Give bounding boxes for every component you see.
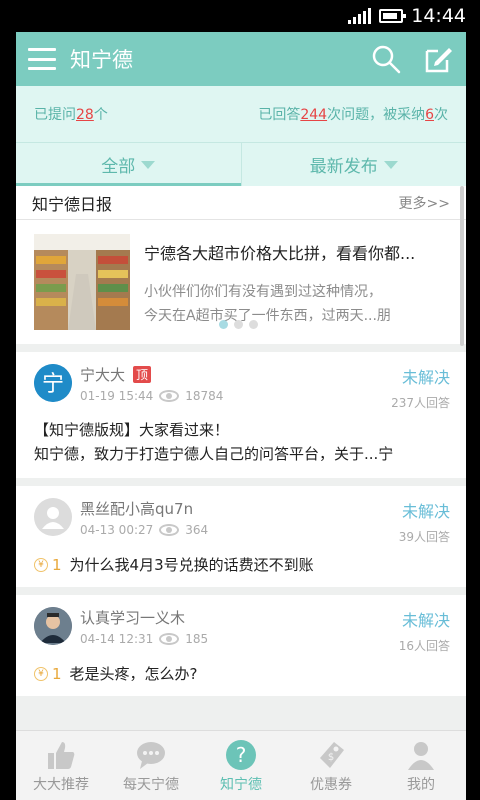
tab-daily-ningde[interactable]: 每天宁德 [106, 731, 196, 800]
avatar [34, 607, 72, 645]
question-text: 为什么我4月3号兑换的话费还不到账 [69, 556, 314, 574]
username[interactable]: 认真学习一义木 [80, 607, 185, 628]
question-card[interactable]: 认真学习一义木 04-14 12:31 185 未解决 16人回答 ¥ 1 老是头… [16, 595, 466, 696]
eye-icon [159, 633, 180, 645]
svg-text:?: ? [236, 743, 247, 767]
answer-count: 39人回答 [398, 530, 450, 544]
filter-tabs: 全部 最新发布 [16, 142, 466, 186]
daily-title: 知宁德日报 [32, 194, 113, 214]
answered-count: 已回答244次问题，被采纳6次 [258, 107, 448, 123]
avatar [34, 498, 72, 536]
search-icon[interactable] [370, 43, 402, 75]
question-card[interactable]: 宁 宁大大顶 01-19 15:44 18784 未解决 237人回答 【知宁德版… [16, 352, 466, 478]
chevron-down-icon [141, 160, 156, 169]
view-count: 185 [185, 632, 209, 646]
app-window: 知宁德 已提问28个 已回答244次问题，被采纳6次 全部 最新发布 知宁德日报… [16, 32, 466, 800]
reward-amount: 1 [52, 555, 62, 574]
status-badge: 未解决 [401, 368, 450, 387]
view-count: 18784 [185, 389, 224, 403]
post-time: 04-14 12:31 [80, 632, 154, 646]
question-text: 老是头疼，怎么办? [69, 665, 198, 683]
feed[interactable]: 知宁德日报 更多>> 宁德各大超市价格大比拼，看看你都... 小伙伴们你们有没有… [16, 186, 466, 731]
menu-icon[interactable] [28, 48, 56, 70]
daily-header: 知宁德日报 更多>> [16, 186, 466, 220]
post-time: 04-13 00:27 [80, 523, 154, 537]
status-badge: 未解决 [401, 502, 450, 521]
question-text: 【知宁德版规】大家看过来！ 知宁德，致力于打造宁德人自己的问答平台，关于...宁 [34, 421, 394, 463]
daily-article[interactable]: 宁德各大超市价格大比拼，看看你都... 小伙伴们你们有没有遇到过这种情况， 今天… [16, 220, 466, 344]
tab-coupon[interactable]: $ 优惠券 [286, 731, 376, 800]
article-thumbnail [34, 234, 130, 330]
compose-icon[interactable] [422, 43, 454, 75]
tab-recommend[interactable]: 大大推荐 [16, 731, 106, 800]
article-title: 宁德各大超市价格大比拼，看看你都... [144, 244, 416, 263]
answer-count: 237人回答 [391, 396, 450, 410]
scrollbar[interactable] [460, 186, 464, 346]
bottom-tab-bar: 大大推荐 每天宁德 ? 知宁德 $ 优惠券 我的 [16, 730, 466, 800]
tab-zhi-ningde[interactable]: ? 知宁德 [196, 731, 286, 800]
question-icon: ? [226, 739, 256, 770]
chat-bubble-icon [137, 741, 165, 769]
username[interactable]: 黑丝配小高qu7n [80, 498, 193, 519]
article-excerpt: 小伙伴们你们有没有遇到过这种情况， 今天在A超市买了一件东西，过两天...朋 [144, 284, 391, 324]
asked-count: 已提问28个 [34, 107, 108, 123]
tab-all[interactable]: 全部 [16, 143, 241, 186]
coin-icon: ¥ [34, 557, 48, 572]
eye-icon [159, 390, 180, 402]
view-count: 364 [185, 523, 209, 537]
battery-icon [379, 9, 407, 23]
svg-text:宁: 宁 [42, 372, 64, 397]
answer-count: 16人回答 [398, 639, 450, 653]
username[interactable]: 宁大大 [80, 364, 125, 385]
reward-amount: 1 [52, 664, 62, 683]
status-badge: 未解决 [401, 611, 450, 630]
more-link[interactable]: 更多>> [399, 193, 450, 213]
daily-report: 知宁德日报 更多>> 宁德各大超市价格大比拼，看看你都... 小伙伴们你们有没有… [16, 186, 466, 344]
avatar: 宁 [34, 364, 72, 402]
coupon-icon: $ [320, 741, 344, 768]
tab-mine[interactable]: 我的 [376, 731, 466, 800]
chevron-down-icon [383, 160, 398, 169]
user-stats: 已提问28个 已回答244次问题，被采纳6次 [16, 86, 466, 142]
eye-icon [159, 524, 180, 536]
svg-text:$: $ [328, 752, 334, 763]
status-bar: 14:44 [0, 0, 480, 32]
signal-icon [348, 8, 372, 24]
tab-latest[interactable]: 最新发布 [240, 143, 467, 186]
pinned-badge: 顶 [133, 366, 152, 383]
carousel-indicator [219, 320, 258, 329]
post-time: 01-19 15:44 [80, 389, 154, 403]
coin-icon: ¥ [34, 666, 48, 681]
question-card[interactable]: 黑丝配小高qu7n 04-13 00:27 364 未解决 39人回答 ¥ 1 为… [16, 486, 466, 587]
page-title: 知宁德 [70, 48, 133, 72]
header-bar: 知宁德 [16, 32, 466, 86]
user-icon [408, 741, 434, 770]
thumbs-up-icon [48, 741, 75, 769]
clock: 14:44 [411, 5, 466, 27]
